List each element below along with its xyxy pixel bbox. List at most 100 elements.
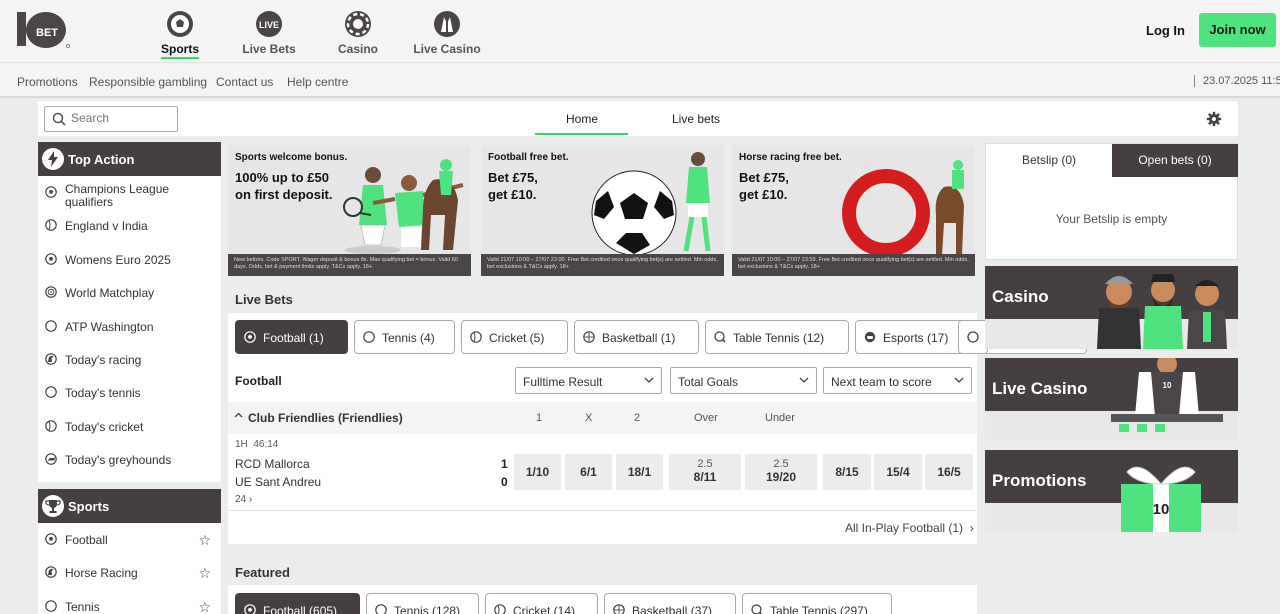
tab-home[interactable]: Home: [566, 112, 598, 126]
responsible-gambling-link[interactable]: Responsible gambling: [89, 75, 207, 89]
sport-filter-pill[interactable]: Football (1): [235, 320, 348, 354]
players-illustration: [343, 159, 464, 254]
all-in-play-link[interactable]: All In-Play Football (1) ›: [845, 521, 974, 535]
sport-filter-pill[interactable]: Basketball (1): [574, 320, 699, 354]
market-select-next-team[interactable]: Next team to score: [823, 367, 972, 394]
odds-over[interactable]: 2.5 8/11: [669, 454, 741, 490]
sidebar-item[interactable]: England v India: [38, 209, 221, 242]
chevron-down-icon: [799, 377, 809, 384]
odds-home[interactable]: 1/10: [514, 454, 561, 490]
nav-label: Casino: [337, 42, 378, 56]
sidebar-item[interactable]: World Matchplay: [38, 276, 221, 309]
pill-label: Basketball (37): [632, 604, 713, 614]
sidebar-item[interactable]: Today's cricket: [38, 410, 221, 443]
tab-open-bets[interactable]: Open bets (0): [1112, 144, 1238, 177]
soccer-ball-icon: [45, 252, 57, 265]
more-markets-link[interactable]: 24 ›: [235, 494, 252, 505]
basketball-icon: [613, 604, 625, 614]
lightning-icon: [42, 148, 64, 170]
nav-sports[interactable]: Sports: [160, 10, 200, 59]
tab-betslip[interactable]: Betslip (0): [986, 144, 1112, 177]
nav-label: Live Casino: [413, 42, 481, 56]
chevron-right-icon: ›: [969, 521, 974, 535]
promotions-card-label: Promotions: [992, 471, 1087, 490]
login-button[interactable]: Log In: [1146, 23, 1185, 38]
gamepad-icon: [864, 331, 876, 343]
help-centre-link[interactable]: Help centre: [287, 75, 348, 89]
col-header-1: 1: [536, 412, 543, 424]
sport-filter-pill[interactable]: Basketball (37): [604, 593, 736, 614]
soccer-ball-icon: [45, 186, 57, 198]
home-team[interactable]: RCD Mallorca: [235, 457, 310, 471]
sport-filter-pill[interactable]: Esports (17): [855, 320, 968, 354]
sidebar-item[interactable]: Today's greyhounds: [38, 443, 221, 476]
more-filters-pill[interactable]: [958, 320, 988, 354]
sports-item-label: Tennis: [65, 599, 100, 614]
more-icon: [967, 331, 979, 343]
search-input[interactable]: [71, 111, 171, 125]
top-action-title: Top Action: [68, 152, 135, 167]
sports-list-item[interactable]: Tennis ☆: [38, 590, 221, 614]
join-now-button[interactable]: Join now: [1199, 13, 1276, 47]
sport-filter-pill[interactable]: Table Tennis (12): [705, 320, 849, 354]
under-line: 2.5: [773, 458, 789, 470]
over-price: 8/11: [693, 470, 717, 484]
promotions-promo-card[interactable]: Promotions 10: [985, 450, 1238, 533]
odds-next-none[interactable]: 15/4: [874, 454, 922, 490]
casino-promo-card[interactable]: Casino: [985, 266, 1238, 349]
banner-title: Horse racing free bet.: [739, 152, 842, 163]
sidebar-item[interactable]: Today's racing: [38, 343, 221, 376]
competition-header[interactable]: Club Friendlies (Friendlies) 1 X 2 Over …: [228, 402, 977, 434]
contact-us-link[interactable]: Contact us: [216, 75, 273, 89]
odds-next-home[interactable]: 8/15: [823, 454, 871, 490]
sports-list-item[interactable]: Horse Racing ☆: [38, 556, 221, 589]
nav-casino[interactable]: Casino: [335, 10, 381, 56]
tennis-ball-icon: [375, 604, 387, 614]
search-box[interactable]: [44, 106, 178, 132]
banner-headline: Bet £75, get £10.: [739, 170, 789, 202]
sidebar-item[interactable]: Champions League qualifiers: [38, 176, 221, 209]
star-icon[interactable]: ☆: [198, 599, 211, 614]
nav-live-bets[interactable]: LIVE Live Bets: [240, 10, 298, 56]
sidebar-item[interactable]: Womens Euro 2025: [38, 243, 221, 276]
promotions-link[interactable]: Promotions: [17, 75, 78, 89]
sport-label: Football: [235, 374, 282, 388]
soccer-ball-icon: [244, 331, 256, 343]
promo-banner-horse-racing[interactable]: Horse racing free bet. Bet £75, get £10.…: [732, 145, 975, 276]
sidebar-item[interactable]: Today's tennis: [38, 376, 221, 409]
soccer-ball-icon: [45, 533, 57, 545]
chevron-right-icon: ›: [248, 494, 253, 505]
tab-live-bets[interactable]: Live bets: [672, 112, 720, 126]
select-value: Fulltime Result: [523, 375, 603, 389]
promo-banner-welcome[interactable]: Sports welcome bonus. 100% up to £50 on …: [228, 145, 471, 276]
odds-under[interactable]: 2.5 19/20: [745, 454, 817, 490]
sidebar-item[interactable]: ATP Washington: [38, 310, 221, 343]
star-icon[interactable]: ☆: [198, 532, 211, 549]
sport-filter-pill[interactable]: Cricket (5): [461, 320, 568, 354]
sports-list-item[interactable]: Football ☆: [38, 523, 221, 556]
live-casino-promo-card[interactable]: Live Casino 10: [985, 358, 1238, 441]
tennis-ball-icon: [45, 319, 57, 332]
pill-label: Basketball (1): [602, 331, 676, 345]
gear-icon[interactable]: [1206, 111, 1222, 127]
sport-filter-pill[interactable]: Tennis (128): [366, 593, 479, 614]
sport-filter-pill[interactable]: Cricket (14): [485, 593, 598, 614]
odds-away[interactable]: 18/1: [616, 454, 663, 490]
odds-next-away[interactable]: 16/5: [925, 454, 973, 490]
dartboard-icon: [45, 286, 57, 298]
trophy-icon: [42, 495, 64, 517]
sidebar-item-label: Champions League qualifiers: [65, 182, 170, 209]
away-team[interactable]: UE Sant Andreu: [235, 475, 321, 489]
star-icon[interactable]: ☆: [198, 565, 211, 582]
odds-draw[interactable]: 6/1: [565, 454, 612, 490]
football-illustration: [591, 152, 711, 255]
sport-filter-pill[interactable]: Table Tennis (297): [742, 593, 892, 614]
sport-filter-pill[interactable]: Tennis (4): [354, 320, 455, 354]
market-select-total-goals[interactable]: Total Goals: [670, 367, 817, 394]
market-select-fulltime-result[interactable]: Fulltime Result: [515, 367, 662, 394]
sport-filter-pill[interactable]: Football (605): [235, 593, 360, 614]
nav-live-casino[interactable]: Live Casino: [413, 10, 481, 56]
pill-label: Tennis (4): [382, 331, 435, 345]
promo-banner-football[interactable]: Football free bet. Bet £75, get £10. Val…: [481, 145, 724, 276]
brand-logo[interactable]: BET: [16, 10, 70, 50]
